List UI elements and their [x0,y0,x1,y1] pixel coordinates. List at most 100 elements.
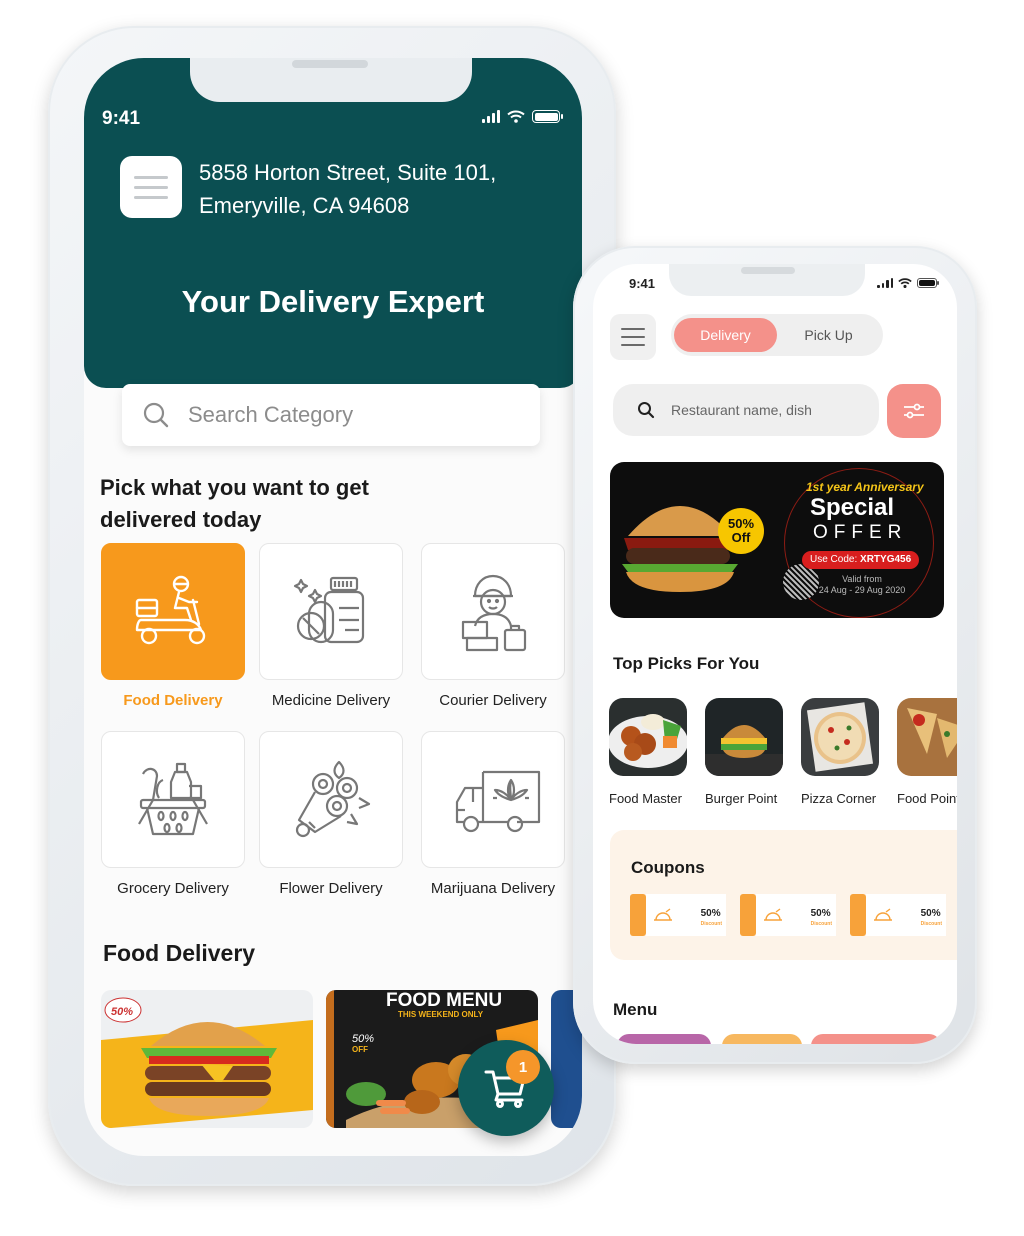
coupon-stub [850,894,866,936]
coupon-label: Discount [700,921,722,927]
address-line-1: 5858 Horton Street, Suite 101, [199,160,497,185]
restaurant-search-input[interactable] [671,402,871,418]
battery-icon [532,110,563,123]
coupon-label: Discount [810,921,832,927]
header-panel: 9:41 5858 Horton Street, Suite 101, Emer… [84,58,582,388]
phone-left-frame: 9:41 5858 Horton Street, Suite 101, Emer… [48,26,616,1186]
food-point-image [897,698,957,776]
toggle-pick-up[interactable]: Pick Up [777,318,880,352]
coupon-value: 50% [920,908,941,919]
coupon-card[interactable]: 50% Discount [630,894,726,936]
signal-icon [877,278,893,288]
phone-right-frame: 9:41 Delivery Pick Up Restaurant name, d… [573,246,977,1064]
coupon-stub [630,894,646,936]
top-pick-name: Burger Point [705,791,778,806]
delivery-address[interactable]: 5858 Horton Street, Suite 101, Emeryvill… [199,156,496,222]
menu-title: Menu [613,1000,658,1019]
burger-banner-badge: 50% [111,1006,133,1018]
status-time: 9:41 [102,108,141,129]
address-line-2: Emeryville, CA 94608 [199,193,410,218]
category-label: Food Delivery [123,692,223,709]
food-master-image [608,698,688,776]
top-pick-name: Pizza Corner [801,791,877,806]
hamburger-line [134,185,168,189]
toggle-delivery[interactable]: Delivery [674,318,777,352]
menu-button[interactable] [120,156,182,218]
category-tile [101,731,245,868]
wifi-icon [898,278,912,288]
category-search[interactable] [122,384,540,446]
top-pick-food-point[interactable]: Food Point [897,698,957,806]
menu-category-chip[interactable] [811,1034,941,1044]
notch [190,58,472,102]
top-pick-burger-point[interactable]: Burger Point [705,698,785,806]
top-pick-pizza-corner[interactable]: Pizza Corner [801,698,881,806]
cart-button[interactable]: 1 [458,1040,554,1136]
flower-bouquet-icon [295,760,371,837]
delivery-mode-toggle: Delivery Pick Up [671,314,883,356]
wifi-icon [507,110,525,123]
promo-validity: Valid from 24 Aug - 29 Aug 2020 [818,574,906,595]
category-tile [421,731,565,868]
coupon-stub [740,894,756,936]
svg-text:OFF: OFF [352,1045,368,1054]
category-label: Courier Delivery [439,692,547,709]
cloche-icon [874,908,892,921]
hamburger-line [621,336,645,338]
search-category-input[interactable] [188,402,528,428]
top-pick-name: Food Point [897,791,957,806]
cloche-icon [764,908,782,921]
status-icons [482,110,563,123]
cannabis-truck-icon [455,770,541,832]
category-label: Grocery Delivery [117,880,229,897]
phone-left-screen: 9:41 5858 Horton Street, Suite 101, Emer… [84,58,582,1156]
hamburger-line [134,195,168,199]
category-medicine-delivery[interactable]: Medicine Delivery [259,543,403,709]
hamburger-line [134,175,168,179]
menu-category-chip[interactable] [722,1034,802,1044]
promo-kicker: 1st year Anniversary [806,480,924,494]
courier-man-icon [461,574,527,651]
category-food-delivery[interactable]: Food Delivery [101,543,245,709]
tagline: Your Delivery Expert [181,284,485,319]
promo-code-pill: Use Code: XRTYG456 [802,551,920,569]
category-label: Marijuana Delivery [430,880,556,897]
notch [669,264,865,296]
coupon-label: Discount [920,921,942,927]
category-tile [421,543,565,680]
top-pick-food-master[interactable]: Food Master [608,698,689,806]
search-icon [143,402,169,428]
medicine-bottle-icon [293,576,365,643]
hamburger-line [621,328,645,330]
filter-button[interactable] [887,384,941,438]
signal-icon [482,110,500,123]
top-picks-title: Top Picks For You [613,654,760,673]
status-icons [877,278,939,288]
top-pick-name: Food Master [609,791,682,806]
category-grocery-delivery[interactable]: Grocery Delivery [101,731,245,897]
speaker [292,60,368,68]
menu-category-chip[interactable] [617,1034,711,1044]
scooter-delivery-icon [135,575,206,644]
burger-image: 50% [101,997,313,1128]
banner-menu-subtitle: THIS WEEKEND ONLY [398,1010,484,1019]
menu-button[interactable] [610,314,656,360]
category-label: Flower Delivery [279,880,383,897]
category-label: Medicine Delivery [271,692,391,709]
category-marijuana-delivery[interactable]: Marijuana Delivery [421,731,565,897]
phone-right-screen: 9:41 Delivery Pick Up Restaurant name, d… [593,264,957,1044]
coupons-section: Coupons 50% Discount 50% Discount 50% Di… [610,830,957,960]
category-courier-delivery[interactable]: Courier Delivery [421,543,565,709]
category-flower-delivery[interactable]: Flower Delivery [259,731,403,897]
coupon-card[interactable]: 50% Discount [740,894,836,936]
restaurant-search[interactable] [613,384,879,436]
cart-count-badge: 1 [506,1050,540,1084]
coupon-card[interactable]: 50% Discount [850,894,946,936]
promo-banner[interactable]: 50% Off 1st year Anniversary Special OFF… [610,462,944,618]
food-banner-burger[interactable]: 50% [101,990,313,1128]
battery-icon [917,278,939,288]
promo-code: XRTYG456 [860,554,912,565]
pick-title: Pick what you want to get delivered toda… [100,475,369,532]
coupons-title: Coupons [631,858,705,877]
coupon-value: 50% [810,908,831,919]
